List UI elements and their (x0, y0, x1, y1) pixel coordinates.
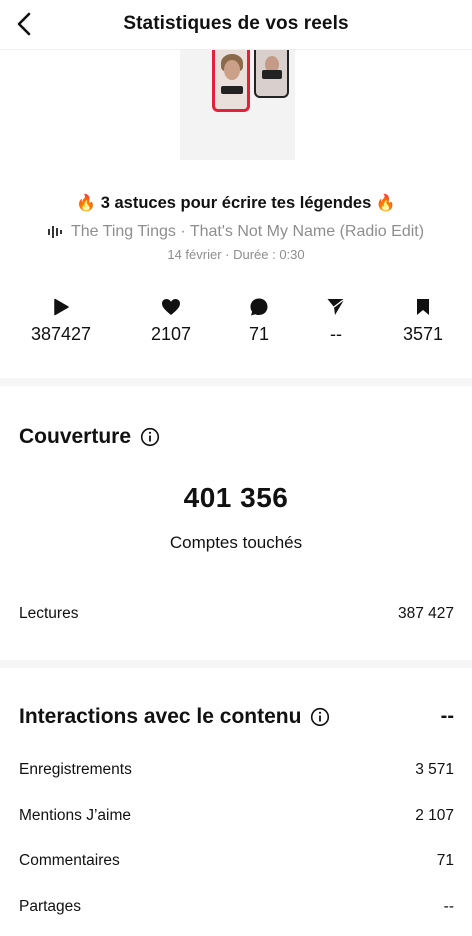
interaction-row-label: Commentaires (19, 852, 120, 869)
coverage-section-title: Couverture (19, 425, 160, 449)
plays-label: Lectures (19, 605, 79, 622)
stat-saves: 3571 (378, 296, 468, 356)
fire-emoji-left: 🔥 (76, 195, 97, 212)
stat-plays-value: 387427 (30, 324, 92, 344)
audio-track[interactable]: The Ting Tings · That's Not My Name (Rad… (0, 223, 472, 241)
section-divider (0, 378, 472, 386)
interaction-row-likes: Mentions J’aime 2 107 (19, 804, 454, 828)
comment-icon (248, 296, 270, 318)
interaction-row-value: 3 571 (415, 761, 454, 778)
interaction-row-value: 71 (436, 852, 454, 869)
audio-wave-icon (47, 226, 62, 238)
interaction-row-shares: Partages -- (19, 895, 454, 919)
reel-title-text: 3 astuces pour écrire tes légendes (100, 194, 372, 212)
reel-thumbnail[interactable] (180, 50, 295, 160)
play-icon (50, 296, 72, 318)
stat-likes: 2107 (126, 296, 216, 356)
interaction-row-comments: Commentaires 71 (19, 849, 454, 873)
info-icon[interactable] (140, 427, 160, 447)
coverage-title: Couverture (19, 425, 132, 448)
stat-shares: -- (291, 296, 381, 356)
stat-saves-value: 3571 (402, 324, 444, 344)
top-bar: Statistiques de vos reels (0, 0, 472, 50)
interaction-row-value: 2 107 (415, 807, 454, 824)
interaction-row-label: Partages (19, 898, 82, 915)
share-icon (325, 296, 347, 318)
info-icon[interactable] (310, 707, 330, 727)
interaction-row-saves: Enregistrements 3 571 (19, 758, 454, 782)
stat-comments-value: 71 (248, 324, 270, 344)
stat-shares-value: -- (330, 324, 342, 344)
reel-title: 🔥 3 astuces pour écrire tes légendes 🔥 (0, 193, 472, 213)
stat-plays: 387427 (16, 296, 106, 356)
fire-emoji-right: 🔥 (375, 195, 396, 212)
accounts-reached-label: Comptes touchés (169, 533, 303, 552)
page-title: Statistiques de vos reels (123, 13, 349, 34)
thumbnail-phone-image (212, 50, 250, 112)
interactions-total: -- (440, 705, 454, 727)
plays-value: 387 427 (397, 605, 454, 622)
stats-row: 387427 2107 71 -- 3571 (0, 296, 472, 356)
plays-row: Lectures 387 427 (19, 602, 454, 626)
stat-likes-value: 2107 (150, 324, 192, 344)
audio-track-label: The Ting Tings · That's Not My Name (Rad… (70, 223, 425, 240)
interactions-title: Interactions avec le contenu (19, 705, 302, 728)
interactions-section-title: Interactions avec le contenu (19, 705, 330, 729)
interaction-row-label: Mentions J’aime (19, 807, 131, 824)
date-duration: 14 février · Durée : 0:30 (167, 247, 305, 262)
accounts-reached-value: 401 356 (183, 482, 289, 513)
bookmark-icon (412, 296, 434, 318)
heart-icon (160, 296, 182, 318)
thumbnail-phone-image-2 (254, 50, 289, 98)
interaction-row-value: -- (443, 898, 454, 915)
section-divider (0, 660, 472, 668)
interaction-row-label: Enregistrements (19, 761, 132, 778)
